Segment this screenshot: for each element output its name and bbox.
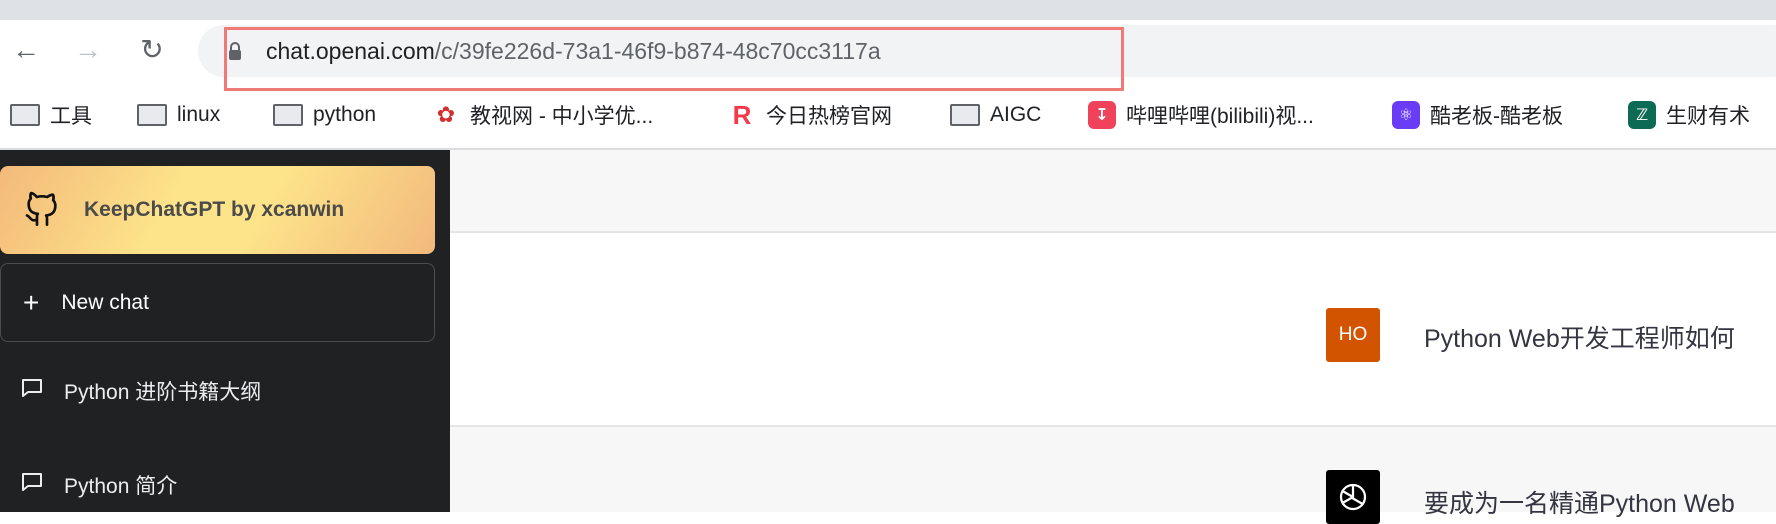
- bookmark-folder-tools[interactable]: 工具: [10, 100, 92, 130]
- history-item[interactable]: Python 进阶书籍大纲: [20, 376, 261, 406]
- bookmark-label: python: [313, 103, 377, 126]
- keepchatgpt-label: KeepChatGPT by xcanwin: [84, 198, 345, 221]
- folder-icon: [950, 104, 980, 126]
- history-label: Python 简介: [64, 475, 178, 498]
- arrow-right-icon[interactable]: →: [72, 34, 104, 66]
- bookmark-jiaoshiwang[interactable]: ✿ 教视网 - 中小学优...: [432, 100, 653, 130]
- folder-icon: [273, 104, 303, 126]
- chat-bubble-icon: [20, 376, 44, 406]
- bookmark-tophub[interactable]: R 今日热榜官网: [728, 100, 892, 130]
- assistant-message: 要成为一名精通Python Web: [1424, 490, 1735, 518]
- bookmark-label: 酷老板-酷老板: [1430, 105, 1563, 128]
- bookmark-label: 生财有术: [1666, 105, 1750, 128]
- bookmark-label: linux: [177, 103, 221, 126]
- weibo-icon: ✿: [432, 101, 460, 129]
- keepchatgpt-button[interactable]: KeepChatGPT by xcanwin: [0, 166, 435, 254]
- download-icon: ↧: [1088, 101, 1116, 129]
- bookmarks-bar: 工具 linux python ✿ 教视网 - 中小学优... R 今日热榜官网 A…: [0, 92, 1776, 138]
- bookmark-label: 工具: [50, 105, 92, 128]
- bookmark-label: 哔哩哔哩(bilibili)视...: [1126, 105, 1314, 128]
- bookmark-label: 教视网 - 中小学优...: [470, 105, 654, 128]
- arrow-left-icon[interactable]: ←: [10, 34, 42, 66]
- plus-icon: +: [23, 286, 40, 318]
- folder-icon: [137, 104, 167, 126]
- bookmark-folder-python[interactable]: python: [273, 100, 376, 130]
- history-item[interactable]: Python 简介: [20, 470, 177, 500]
- bookmark-kulaoban[interactable]: ⚛ 酷老板-酷老板: [1392, 100, 1563, 130]
- highlight-box: [224, 27, 1124, 91]
- r-logo-icon: R: [728, 100, 756, 130]
- atom-icon: ⚛: [1392, 101, 1420, 129]
- history-label: Python 进阶书籍大纲: [64, 381, 262, 404]
- openai-logo-icon: [1326, 470, 1380, 524]
- new-chat-label: New chat: [61, 290, 149, 314]
- bookmark-label: 今日热榜官网: [766, 105, 892, 128]
- bookmark-shengcai[interactable]: ℤ 生财有术: [1628, 100, 1750, 130]
- bookmark-bilibili[interactable]: ↧ 哔哩哔哩(bilibili)视...: [1088, 100, 1314, 130]
- bookmark-folder-linux[interactable]: linux: [137, 100, 220, 130]
- tab-strip: [0, 0, 1776, 20]
- new-chat-button[interactable]: + New chat: [0, 263, 435, 342]
- bookmark-label: AIGC: [990, 103, 1042, 126]
- chat-bubble-icon: [20, 470, 44, 500]
- user-avatar: HO: [1326, 308, 1380, 362]
- bookmark-folder-aigc[interactable]: AIGC: [950, 100, 1041, 130]
- github-icon: [22, 188, 62, 233]
- folder-icon: [10, 104, 40, 126]
- reload-icon[interactable]: ↻: [136, 34, 168, 66]
- user-message: Python Web开发工程师如何: [1424, 325, 1735, 353]
- coin-icon: ℤ: [1628, 101, 1656, 129]
